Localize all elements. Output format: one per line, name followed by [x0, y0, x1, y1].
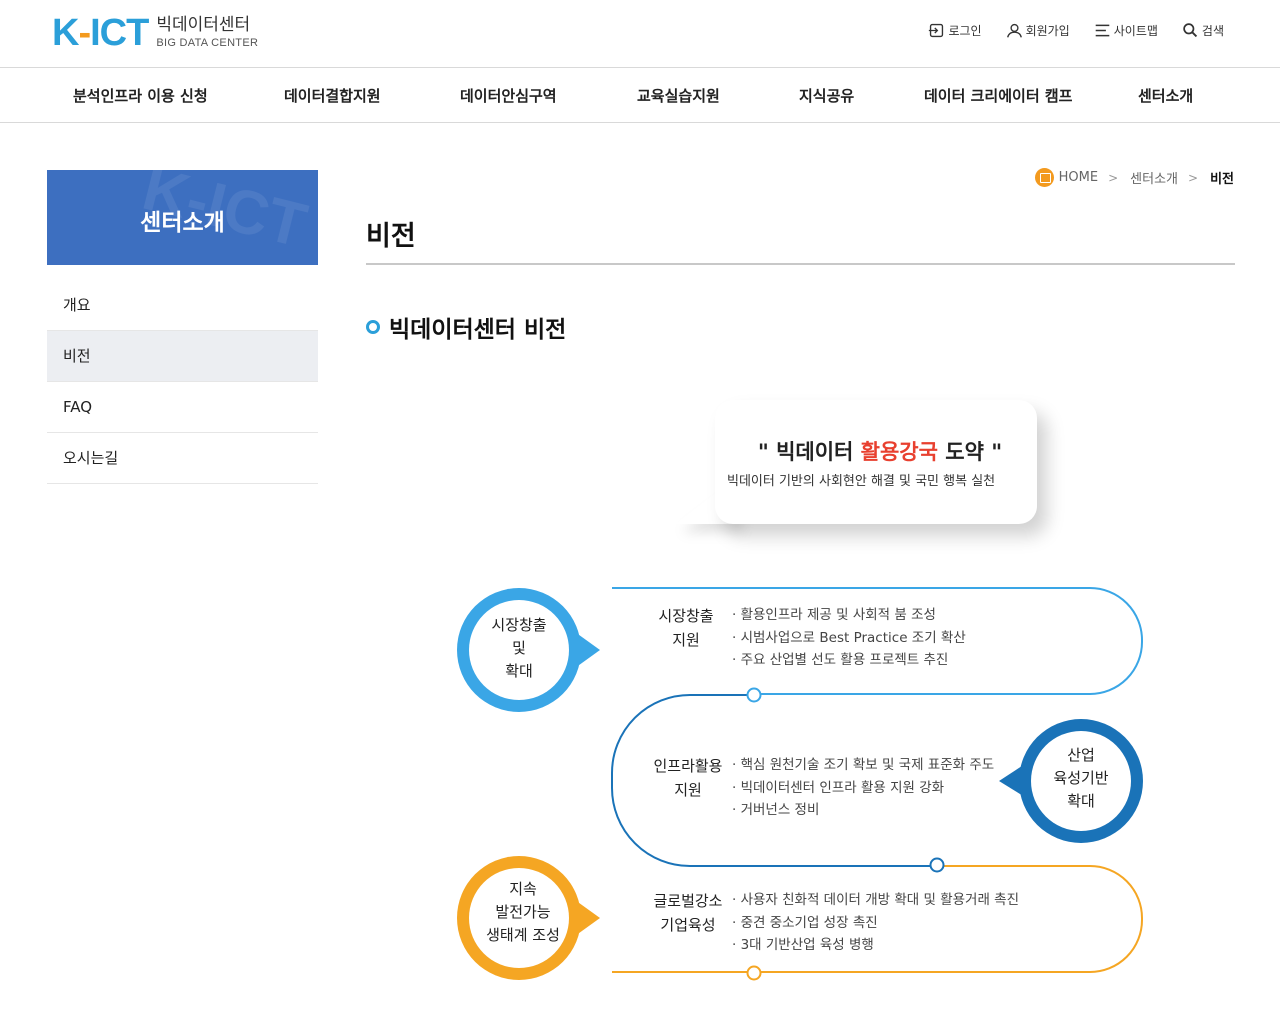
list-item: · 핵심 원천기술 조기 확보 및 국제 표준화 주도	[732, 757, 995, 773]
breadcrumb: HOME > 센터소개 > 비전	[1034, 168, 1234, 187]
circle3-line1: 지속	[509, 880, 537, 898]
circle1-line2: 및	[512, 639, 526, 657]
logo-dash: -	[78, 12, 91, 54]
sidebar-item-vision[interactable]: 비전	[47, 331, 318, 382]
vision-quote-start: " 빅데이터	[757, 440, 861, 464]
sidebar-header: K-ICT 센터소개	[47, 170, 318, 265]
circle3-line2: 발전가능	[495, 903, 551, 921]
list-item: · 활용인프라 제공 및 사회적 붐 조성	[732, 607, 936, 623]
circle1-line3: 확대	[505, 662, 533, 680]
circle1-label: 시장창출 및 확대	[469, 614, 569, 683]
row3-title-line2: 기업육성	[660, 916, 716, 934]
connector-dot-3	[746, 965, 762, 981]
section-title: 빅데이터센터 비전	[366, 310, 566, 344]
home-icon[interactable]	[1034, 168, 1054, 187]
gnb-item-infra[interactable]: 분석인프라 이용 신청	[73, 85, 208, 106]
row1-title: 시장창출 지원	[645, 604, 727, 652]
gnb-item-education[interactable]: 교육실습지원	[637, 85, 720, 106]
sitemap-link[interactable]: 사이트맵	[1094, 22, 1158, 39]
row1-title-line1: 시장창출	[658, 607, 714, 625]
top-header: K-ICT 빅데이터센터 BIG DATA CENTER 로그인 회원가입 사이…	[0, 0, 1280, 68]
breadcrumb-parent[interactable]: 센터소개	[1130, 168, 1178, 187]
gnb-item-creator-camp[interactable]: 데이터 크리에이터 캠프	[924, 85, 1072, 106]
row2-title: 인프라활용 지원	[646, 754, 730, 802]
row3-items: · 사용자 친화적 데이터 개방 확대 및 활용거래 촉진 · 중견 중소기업 …	[732, 889, 1019, 957]
row3-title: 글로벌강소 기업육성	[646, 889, 730, 937]
vision-diagram: 시장창출 및 확대 산업 육성기반 확대 지속 발전가능 생태계 조성 시장창출…	[440, 570, 1160, 1010]
vision-bubble: " 빅데이터 활용강국 도약 " 빅데이터 기반의 사회현안 해결 및 국민 행…	[715, 400, 1037, 524]
sidebar-menu: 개요 비전 FAQ 오시는길	[47, 280, 318, 484]
login-icon	[929, 23, 944, 38]
circle2-label: 산업 육성기반 확대	[1031, 744, 1131, 813]
row1-title-line2: 지원	[672, 631, 700, 649]
page-title: 비전	[366, 221, 416, 252]
circle3-label: 지속 발전가능 생태계 조성	[469, 878, 577, 947]
vision-statement: " 빅데이터 활용강국 도약 "	[715, 436, 1045, 466]
chevron-right-icon: >	[1188, 170, 1199, 185]
signup-label: 회원가입	[1025, 24, 1070, 38]
search-label: 검색	[1201, 24, 1224, 38]
gnb-item-safe-zone[interactable]: 데이터안심구역	[460, 85, 557, 106]
circle2-line2: 육성기반	[1053, 769, 1109, 787]
row3-title-line1: 글로벌강소	[653, 892, 723, 910]
breadcrumb-home[interactable]: HOME	[1059, 170, 1098, 185]
menu-icon	[1095, 24, 1110, 37]
row2-title-line2: 지원	[674, 781, 702, 799]
logo-ict: ICT	[90, 12, 149, 54]
search-icon	[1183, 23, 1198, 38]
signup-link[interactable]: 회원가입	[1006, 22, 1070, 39]
gnb-item-data-combine[interactable]: 데이터결합지원	[284, 85, 381, 106]
breadcrumb-current: 비전	[1210, 172, 1234, 187]
sidebar-title: 센터소개	[140, 210, 225, 236]
logo-title-kr: 빅데이터센터	[156, 15, 251, 35]
vision-subtitle: 빅데이터 기반의 사회현안 해결 및 국민 행복 실천	[727, 474, 996, 489]
logo[interactable]: K-ICT 빅데이터센터 BIG DATA CENTER	[52, 14, 258, 52]
row2-items: · 핵심 원천기술 조기 확보 및 국제 표준화 주도 · 빅데이터센터 인프라…	[732, 754, 994, 822]
connector-dot-1	[746, 687, 762, 703]
row1-items: · 활용인프라 제공 및 사회적 붐 조성 · 시범사업으로 Best Prac…	[732, 604, 966, 672]
circle3-line3: 생태계 조성	[486, 926, 560, 944]
list-item: · 중견 중소기업 성장 촉진	[732, 914, 878, 931]
title-divider	[366, 263, 1235, 265]
circle2-line3: 확대	[1067, 792, 1095, 810]
section-title-text: 빅데이터센터 비전	[389, 317, 567, 343]
user-icon	[1006, 23, 1022, 38]
circle2-line1: 산업	[1067, 746, 1095, 764]
vision-quote-end: 도약 "	[937, 440, 1003, 464]
sidebar-item-overview[interactable]: 개요	[47, 280, 318, 331]
list-item: · 주요 산업별 선도 활용 프로젝트 추진	[732, 652, 949, 668]
gnb-item-about[interactable]: 센터소개	[1138, 85, 1193, 106]
logo-text: 빅데이터센터 BIG DATA CENTER	[156, 17, 258, 49]
circle-bullet-icon	[366, 320, 380, 334]
sitemap-label: 사이트맵	[1113, 24, 1158, 38]
logo-title-en: BIG DATA CENTER	[156, 37, 259, 49]
utility-menu: 로그인 회원가입 사이트맵 검색	[928, 22, 1224, 39]
gnb-item-knowledge[interactable]: 지식공유	[799, 85, 854, 106]
connector-dot-2	[929, 857, 945, 873]
list-item: · 거버넌스 정비	[732, 802, 820, 818]
sidebar-item-directions[interactable]: 오시는길	[47, 433, 318, 484]
row2-title-line1: 인프라활용	[653, 757, 723, 775]
circle1-line1: 시장창출	[491, 616, 547, 634]
search-link[interactable]: 검색	[1182, 22, 1224, 39]
logo-k: K	[52, 12, 79, 54]
vision-quote-emphasis: 활용강국	[860, 440, 938, 464]
global-nav: 분석인프라 이용 신청 데이터결합지원 데이터안심구역 교육실습지원 지식공유 …	[0, 68, 1280, 123]
list-item: · 3대 기반산업 육성 병행	[732, 937, 874, 953]
list-item: · 사용자 친화적 데이터 개방 확대 및 활용거래 촉진	[732, 892, 1020, 908]
login-link[interactable]: 로그인	[928, 22, 982, 39]
list-item: · 빅데이터센터 인프라 활용 지원 강화	[732, 779, 945, 796]
login-label: 로그인	[948, 24, 982, 38]
chevron-right-icon: >	[1108, 170, 1119, 185]
sidebar-item-faq[interactable]: FAQ	[47, 382, 318, 433]
logo-mark: K-ICT	[52, 12, 149, 54]
list-item: · 시범사업으로 Best Practice 조기 확산	[732, 629, 966, 646]
